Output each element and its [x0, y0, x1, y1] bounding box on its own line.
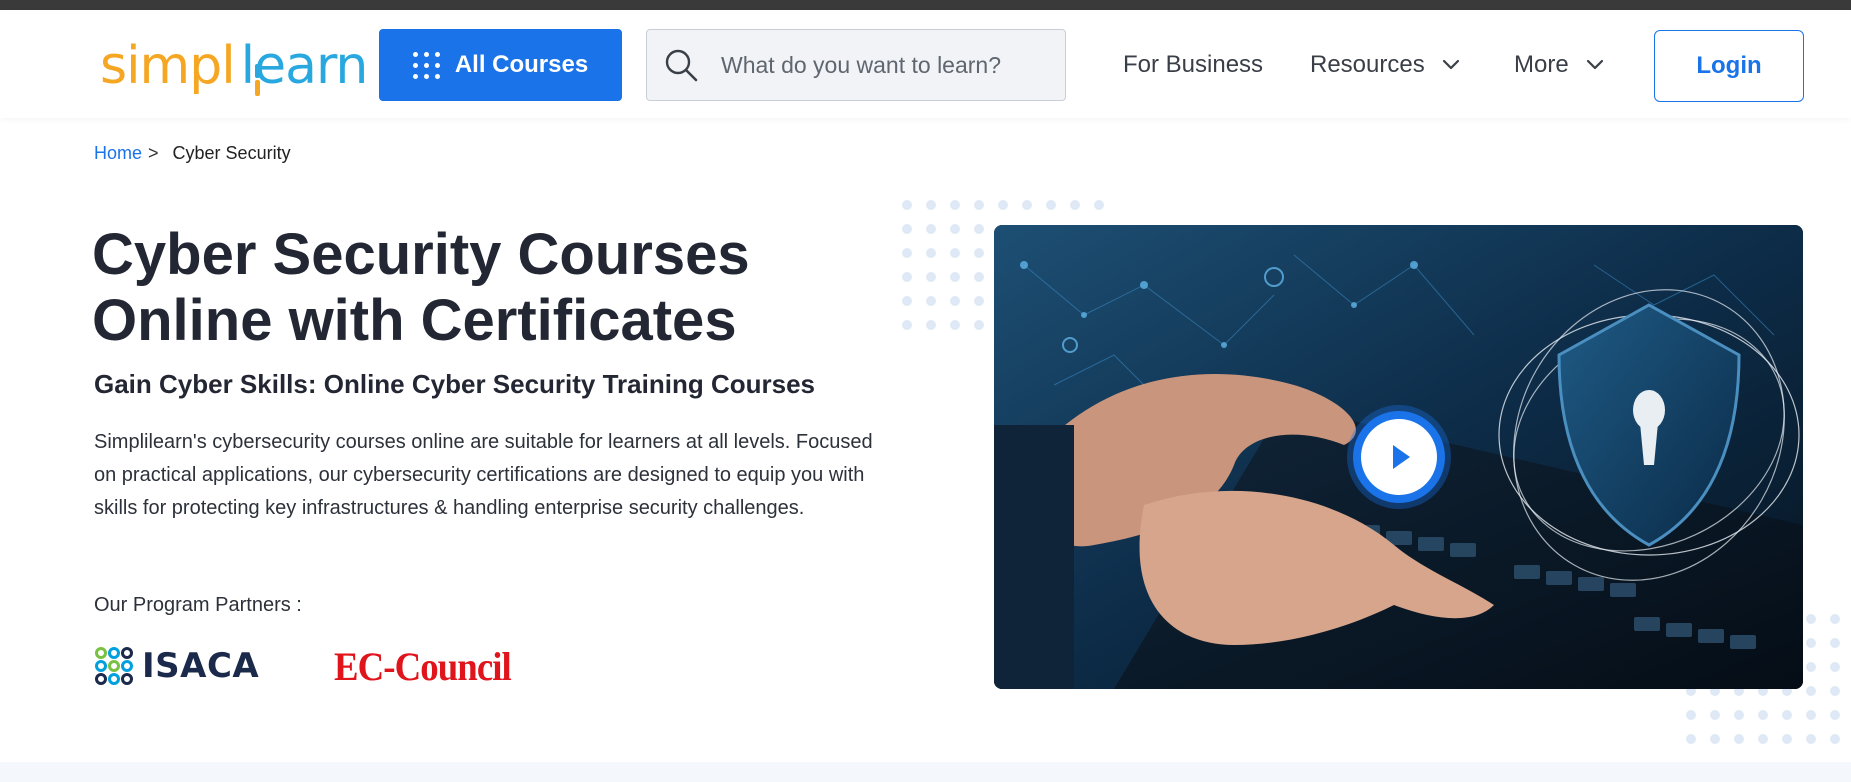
isaca-emblem-icon: [95, 647, 133, 685]
chevron-down-icon: [1586, 59, 1603, 70]
breadcrumb: Home > Cyber Security: [94, 143, 291, 164]
login-button[interactable]: Login: [1654, 30, 1804, 102]
logo-wordmark: simpl learn: [100, 36, 368, 96]
hero-description: Simplilearn's cybersecurity courses onli…: [94, 431, 873, 519]
play-button[interactable]: [1353, 411, 1445, 503]
nav-more[interactable]: More: [1514, 29, 1605, 101]
logo-bars: [255, 64, 264, 96]
play-icon: [1393, 445, 1410, 469]
page-title: Cyber Security Courses Online with Certi…: [92, 222, 750, 353]
ec-council-logo: EC-Council: [334, 644, 512, 689]
all-courses-label: All Courses: [454, 51, 589, 78]
nav-resources[interactable]: Resources: [1310, 29, 1461, 101]
partners-label: Our Program Partners :: [94, 594, 302, 616]
site-header: simpllearn All Courses For Business Reso…: [0, 10, 1851, 118]
grid-dots-icon: [413, 51, 441, 79]
nav-for-business-label: For Business: [1123, 51, 1264, 78]
breadcrumb-home-link[interactable]: Home: [94, 143, 142, 164]
section-divider-band: [0, 762, 1851, 782]
search-icon: [665, 49, 698, 82]
breadcrumb-separator: >: [148, 143, 159, 163]
search-box[interactable]: [646, 29, 1066, 101]
play-button-inner: [1361, 419, 1437, 495]
search-input[interactable]: [721, 51, 1041, 79]
breadcrumb-current: Cyber Security: [172, 143, 291, 163]
isaca-wordmark: ISACA: [142, 646, 260, 686]
top-strip: [0, 0, 1851, 10]
nav-resources-label: Resources: [1310, 51, 1425, 78]
isaca-logo: ISACA: [94, 645, 259, 687]
login-label: Login: [1696, 52, 1762, 79]
all-courses-button[interactable]: All Courses: [379, 29, 622, 101]
page-subtitle: Gain Cyber Skills: Online Cyber Security…: [94, 369, 815, 399]
simplilearn-logo[interactable]: simpl learn: [100, 34, 368, 96]
nav-more-label: More: [1514, 51, 1569, 78]
nav-for-business[interactable]: For Business: [1123, 29, 1263, 101]
chevron-down-icon: [1442, 59, 1459, 70]
